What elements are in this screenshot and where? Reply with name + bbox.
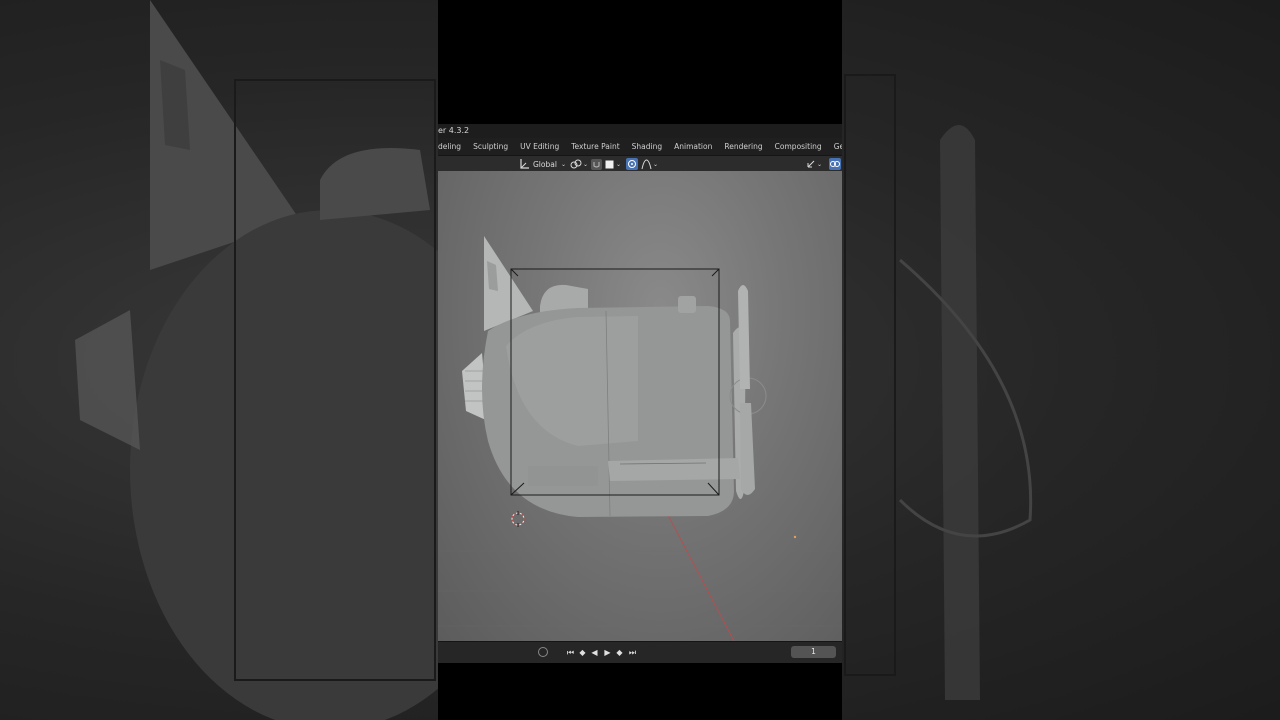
tab-rendering[interactable]: Rendering (718, 138, 768, 155)
orientation-label: Global (533, 159, 557, 169)
tab-shading[interactable]: Shading (626, 138, 668, 155)
jump-prev-keyframe-icon[interactable]: ◆ (577, 647, 588, 658)
chevron-down-icon: ⌄ (653, 160, 659, 168)
tab-uv-editing[interactable]: UV Editing (514, 138, 565, 155)
transform-orientation-icon (518, 158, 530, 170)
tab-animation[interactable]: Animation (668, 138, 718, 155)
falloff-icon (641, 158, 652, 170)
play-reverse-icon[interactable]: ◀ (589, 647, 600, 658)
chevron-down-icon: ⌄ (560, 160, 566, 168)
jump-start-icon[interactable]: ⏮ (565, 647, 576, 658)
origin-dot (793, 535, 797, 539)
record-button[interactable] (538, 647, 548, 657)
3d-cursor[interactable] (511, 511, 525, 527)
gizmo-icon (806, 159, 816, 169)
floor-grid (438, 550, 842, 627)
pivot-dropdown[interactable]: ⌄ (570, 158, 588, 170)
jump-next-keyframe-icon[interactable]: ◆ (614, 647, 625, 658)
3d-viewport[interactable] (438, 171, 842, 641)
snap-toggle[interactable] (591, 158, 602, 170)
overlay-toggle[interactable] (829, 158, 841, 170)
tab-modeling[interactable]: deling (438, 138, 467, 155)
gizmo-dropdown[interactable]: ⌄ (806, 158, 822, 170)
snap-icon (591, 158, 602, 170)
tab-compositing[interactable]: Compositing (769, 138, 828, 155)
blender-window: er 4.3.2 deling Sculpting UV Editing Tex… (438, 124, 842, 663)
chevron-down-icon: ⌄ (817, 160, 823, 168)
jump-end-icon[interactable]: ⏭ (627, 647, 638, 658)
tab-sculpting[interactable]: Sculpting (467, 138, 514, 155)
chevron-down-icon: ⌄ (583, 160, 589, 168)
square-icon (605, 160, 614, 169)
transform-orientation-dropdown[interactable]: Global ⌄ (518, 158, 566, 170)
falloff-dropdown[interactable]: ⌄ (641, 158, 658, 170)
tab-geometry-nodes[interactable]: Geometry Node (828, 138, 842, 155)
play-icon[interactable]: ▶ (602, 647, 613, 658)
current-frame-field[interactable]: 1 (791, 646, 836, 658)
proportional-edit-toggle[interactable] (626, 158, 638, 170)
viewport-header: Global ⌄ ⌄ ⌄ ⌄ ⌄ (438, 156, 842, 172)
pivot-icon (570, 158, 582, 170)
overlay-icon (829, 158, 841, 170)
window-title: er 4.3.2 (438, 124, 842, 138)
airplane-model[interactable] (462, 236, 767, 517)
workspace-tabs: deling Sculpting UV Editing Texture Pain… (438, 138, 842, 156)
chevron-down-icon: ⌄ (616, 160, 622, 168)
video-frame: er 4.3.2 deling Sculpting UV Editing Tex… (438, 0, 842, 720)
tab-texture-paint[interactable]: Texture Paint (565, 138, 625, 155)
proportional-edit-icon (626, 158, 638, 170)
snap-element-dropdown[interactable]: ⌄ (605, 158, 621, 170)
x-axis-line (657, 495, 735, 641)
timeline-bar: ⏮ ◆ ◀ ▶ ◆ ⏭ 1 (438, 641, 842, 663)
